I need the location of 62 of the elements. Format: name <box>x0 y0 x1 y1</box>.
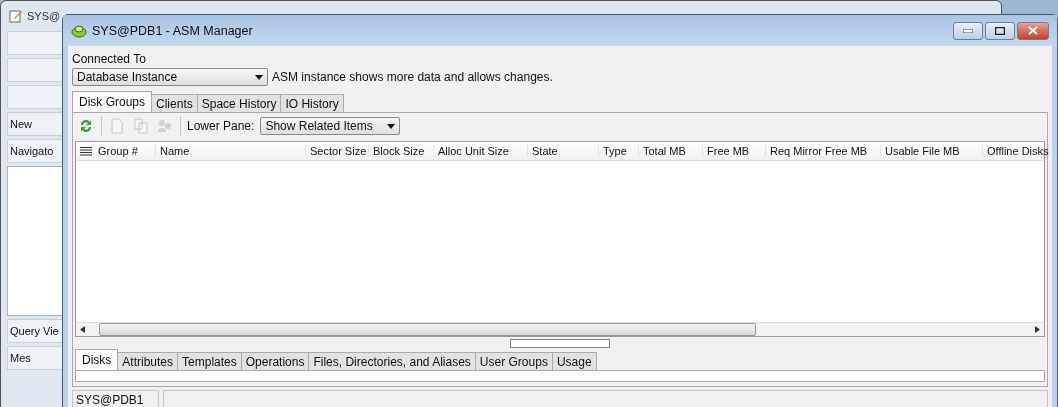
minimize-icon <box>963 28 973 33</box>
horizontal-scrollbar[interactable] <box>76 322 1044 336</box>
close-button[interactable] <box>1017 21 1049 40</box>
dropdown-caret-icon <box>255 74 263 80</box>
minimize-button[interactable] <box>953 21 983 40</box>
close-icon <box>1028 26 1038 35</box>
column-header[interactable]: Offline Disks <box>983 145 1049 157</box>
connected-to-label: Connected To <box>72 52 147 66</box>
tab[interactable]: Usage <box>551 352 597 370</box>
app-icon <box>71 23 87 38</box>
people-icon <box>157 118 173 134</box>
column-header[interactable]: Usable File MB <box>881 145 983 157</box>
connection-dropdown[interactable]: Database Instance <box>72 68 268 86</box>
hint-text: ASM instance shows more data and allows changes. <box>272 70 553 84</box>
toolbar <box>7 85 63 109</box>
query-viewer-tab[interactable]: Query Vie <box>7 319 63 343</box>
scroll-right-icon <box>1035 326 1040 333</box>
scroll-left-icon <box>80 326 85 333</box>
tab[interactable]: Disk Groups <box>72 91 153 112</box>
tab-label: Mes <box>10 352 31 364</box>
dropdown-caret-icon <box>387 123 396 129</box>
document-icon <box>110 118 124 134</box>
messages-tab[interactable]: Mes <box>7 346 63 370</box>
tab[interactable]: Space History <box>196 94 282 112</box>
window-title: SYS@ <box>27 10 61 22</box>
column-header[interactable]: Type <box>599 145 639 157</box>
status-connection: SYS@PDB1 <box>72 390 159 407</box>
documents-icon <box>133 118 149 134</box>
navigator-tab[interactable]: Navigato <box>7 139 63 163</box>
splitter-handle[interactable] <box>510 339 610 348</box>
toolbar <box>7 31 63 55</box>
tab-label: New <box>10 118 32 130</box>
column-header[interactable]: Group # <box>94 145 156 157</box>
column-header[interactable]: Block Size <box>369 145 434 157</box>
tab[interactable]: Disks <box>75 349 119 370</box>
window-title: SYS@PDB1 - ASM Manager <box>92 23 253 38</box>
column-header[interactable]: Name <box>156 145 306 157</box>
column-menu-icon[interactable] <box>80 146 92 156</box>
column-header[interactable]: Sector Size <box>306 145 369 157</box>
editor-tab[interactable]: New <box>7 112 63 136</box>
lower-pane-label: Lower Pane: <box>187 119 255 133</box>
column-header[interactable]: Free MB <box>703 145 766 157</box>
tab[interactable]: Clients <box>151 94 198 112</box>
column-header[interactable]: Total MB <box>639 145 703 157</box>
column-header[interactable]: State <box>528 145 599 157</box>
maximize-button[interactable] <box>985 21 1015 40</box>
scrollbar-thumb[interactable] <box>99 323 756 336</box>
column-header[interactable]: Alloc Unit Size <box>434 145 528 157</box>
maximize-icon <box>995 26 1005 35</box>
tab-label: Query Vie <box>10 325 59 337</box>
refresh-icon <box>78 118 94 134</box>
tab[interactable]: Attributes <box>117 352 179 370</box>
tab[interactable]: Files, Directories, and Aliases <box>308 352 476 370</box>
tab[interactable]: Templates <box>177 352 242 370</box>
lower-pane-dropdown[interactable]: Show Related Items <box>260 117 401 135</box>
notepad-icon <box>9 9 23 23</box>
column-header[interactable]: Req Mirror Free MB <box>766 145 881 157</box>
tab-label: Navigato <box>10 145 54 157</box>
toolbar <box>7 58 63 82</box>
tab[interactable]: IO History <box>280 94 344 112</box>
tab[interactable]: Operations <box>240 352 310 370</box>
tab[interactable]: User Groups <box>474 352 553 370</box>
